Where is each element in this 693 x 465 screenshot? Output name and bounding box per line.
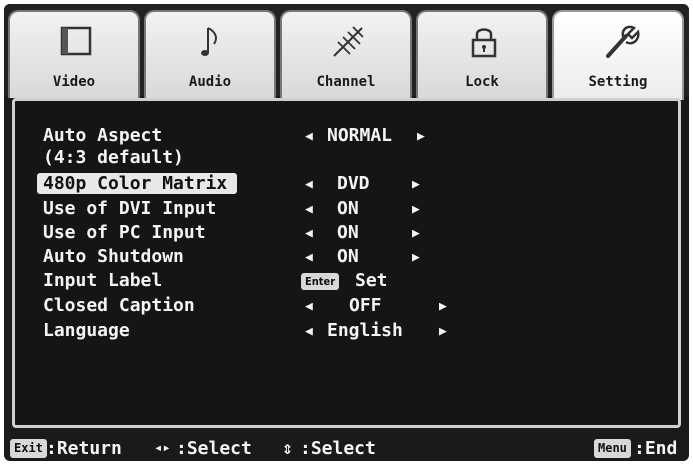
- menu-item-input-label[interactable]: Input Label Enter Set: [37, 270, 637, 293]
- right-arrow-icon[interactable]: ▶: [417, 125, 425, 148]
- menu-item-label: Auto Shutdown: [43, 246, 184, 267]
- exit-key-badge: Exit: [10, 439, 47, 458]
- menu-item-value: ON: [337, 246, 359, 267]
- tab-label: Channel: [316, 74, 376, 90]
- tab-lock[interactable]: Lock: [416, 10, 548, 98]
- setting-menu-panel: Auto Aspect ◀ NORMAL ▶ (4:3 default) 480…: [12, 98, 681, 428]
- menu-item-480p-color-matrix[interactable]: 480p Color Matrix ◀ DVD ▶: [37, 173, 637, 196]
- menu-item-value: ON: [337, 198, 359, 219]
- antenna-icon: [333, 26, 364, 57]
- menu-item-auto-shutdown[interactable]: Auto Shutdown ◀ ON ▶: [37, 246, 637, 269]
- right-arrow-icon[interactable]: ▶: [412, 173, 420, 196]
- right-arrow-icon[interactable]: ▶: [412, 198, 420, 221]
- up-down-arrows-icon: ⇕: [282, 438, 293, 459]
- left-arrow-icon[interactable]: ◀: [305, 198, 313, 221]
- help-select-ud-text: :Select: [300, 438, 376, 459]
- tab-label: Setting: [588, 74, 648, 90]
- tab-audio[interactable]: Audio: [144, 10, 276, 98]
- menu-item-auto-aspect[interactable]: Auto Aspect ◀ NORMAL ▶: [37, 125, 637, 148]
- tab-setting[interactable]: Setting: [552, 10, 684, 100]
- tab-channel[interactable]: Channel: [280, 10, 412, 98]
- menu-item-value: ON: [337, 222, 359, 243]
- menu-item-auto-aspect-sub: (4:3 default): [37, 147, 337, 170]
- menu-item-label: 480p Color Matrix: [37, 173, 238, 194]
- tv-menu-screen: Video Audio Channel Lock Setting Auto As…: [4, 4, 689, 461]
- help-end-text: :End: [634, 438, 678, 459]
- right-arrow-icon[interactable]: ▶: [412, 246, 420, 269]
- menu-item-use-of-pc-input[interactable]: Use of PC Input ◀ ON ▶: [37, 222, 637, 245]
- menu-item-label: Use of DVI Input: [43, 198, 217, 219]
- menu-item-label: Language: [43, 320, 130, 341]
- menu-item-sublabel: (4:3 default): [43, 147, 184, 168]
- right-arrow-icon[interactable]: ▶: [412, 222, 420, 245]
- menu-item-label: Use of PC Input: [43, 222, 206, 243]
- left-arrow-icon[interactable]: ◀: [305, 173, 313, 196]
- tab-label: Video: [52, 74, 96, 90]
- right-arrow-icon[interactable]: ▶: [439, 295, 447, 318]
- menu-item-label: Auto Aspect: [43, 125, 163, 146]
- wrench-icon: [606, 25, 640, 58]
- left-arrow-icon[interactable]: ◀: [305, 246, 313, 269]
- left-right-arrows-icon: ◂▸: [154, 440, 171, 456]
- menu-item-value: NORMAL: [327, 125, 393, 146]
- menu-item-closed-caption[interactable]: Closed Caption ◀ OFF ▶: [37, 295, 637, 318]
- menu-item-value: DVD: [337, 173, 370, 194]
- menu-item-value: English: [327, 320, 403, 341]
- menu-item-value: Set: [355, 270, 388, 291]
- menu-item-label: Closed Caption: [43, 295, 195, 316]
- menu-item-use-of-dvi-input[interactable]: Use of DVI Input ◀ ON ▶: [37, 198, 637, 221]
- enter-key-badge: Enter: [301, 273, 340, 290]
- left-arrow-icon[interactable]: ◀: [305, 320, 313, 343]
- tab-label: Lock: [465, 74, 499, 90]
- menu-key-badge: Menu: [594, 439, 631, 458]
- left-arrow-icon[interactable]: ◀: [305, 295, 313, 318]
- menu-item-language[interactable]: Language ◀ English ▶: [37, 320, 637, 343]
- video-screen-icon: [60, 26, 92, 56]
- music-note-icon: [201, 27, 217, 56]
- help-return-text: :Return: [46, 438, 122, 459]
- help-bar: Exit :Return ◂▸ :Select ⇕ :Select Menu :…: [4, 436, 689, 461]
- help-select-lr-text: :Select: [176, 438, 252, 459]
- left-arrow-icon[interactable]: ◀: [305, 222, 313, 245]
- padlock-icon: [471, 28, 497, 58]
- tab-label: Audio: [188, 74, 232, 90]
- menu-tab-strip: Video Audio Channel Lock Setting: [4, 4, 689, 100]
- tab-video[interactable]: Video: [8, 10, 140, 98]
- menu-item-label: Input Label: [43, 270, 163, 291]
- menu-item-value: OFF: [349, 295, 382, 316]
- right-arrow-icon[interactable]: ▶: [439, 320, 447, 343]
- left-arrow-icon[interactable]: ◀: [305, 125, 313, 148]
